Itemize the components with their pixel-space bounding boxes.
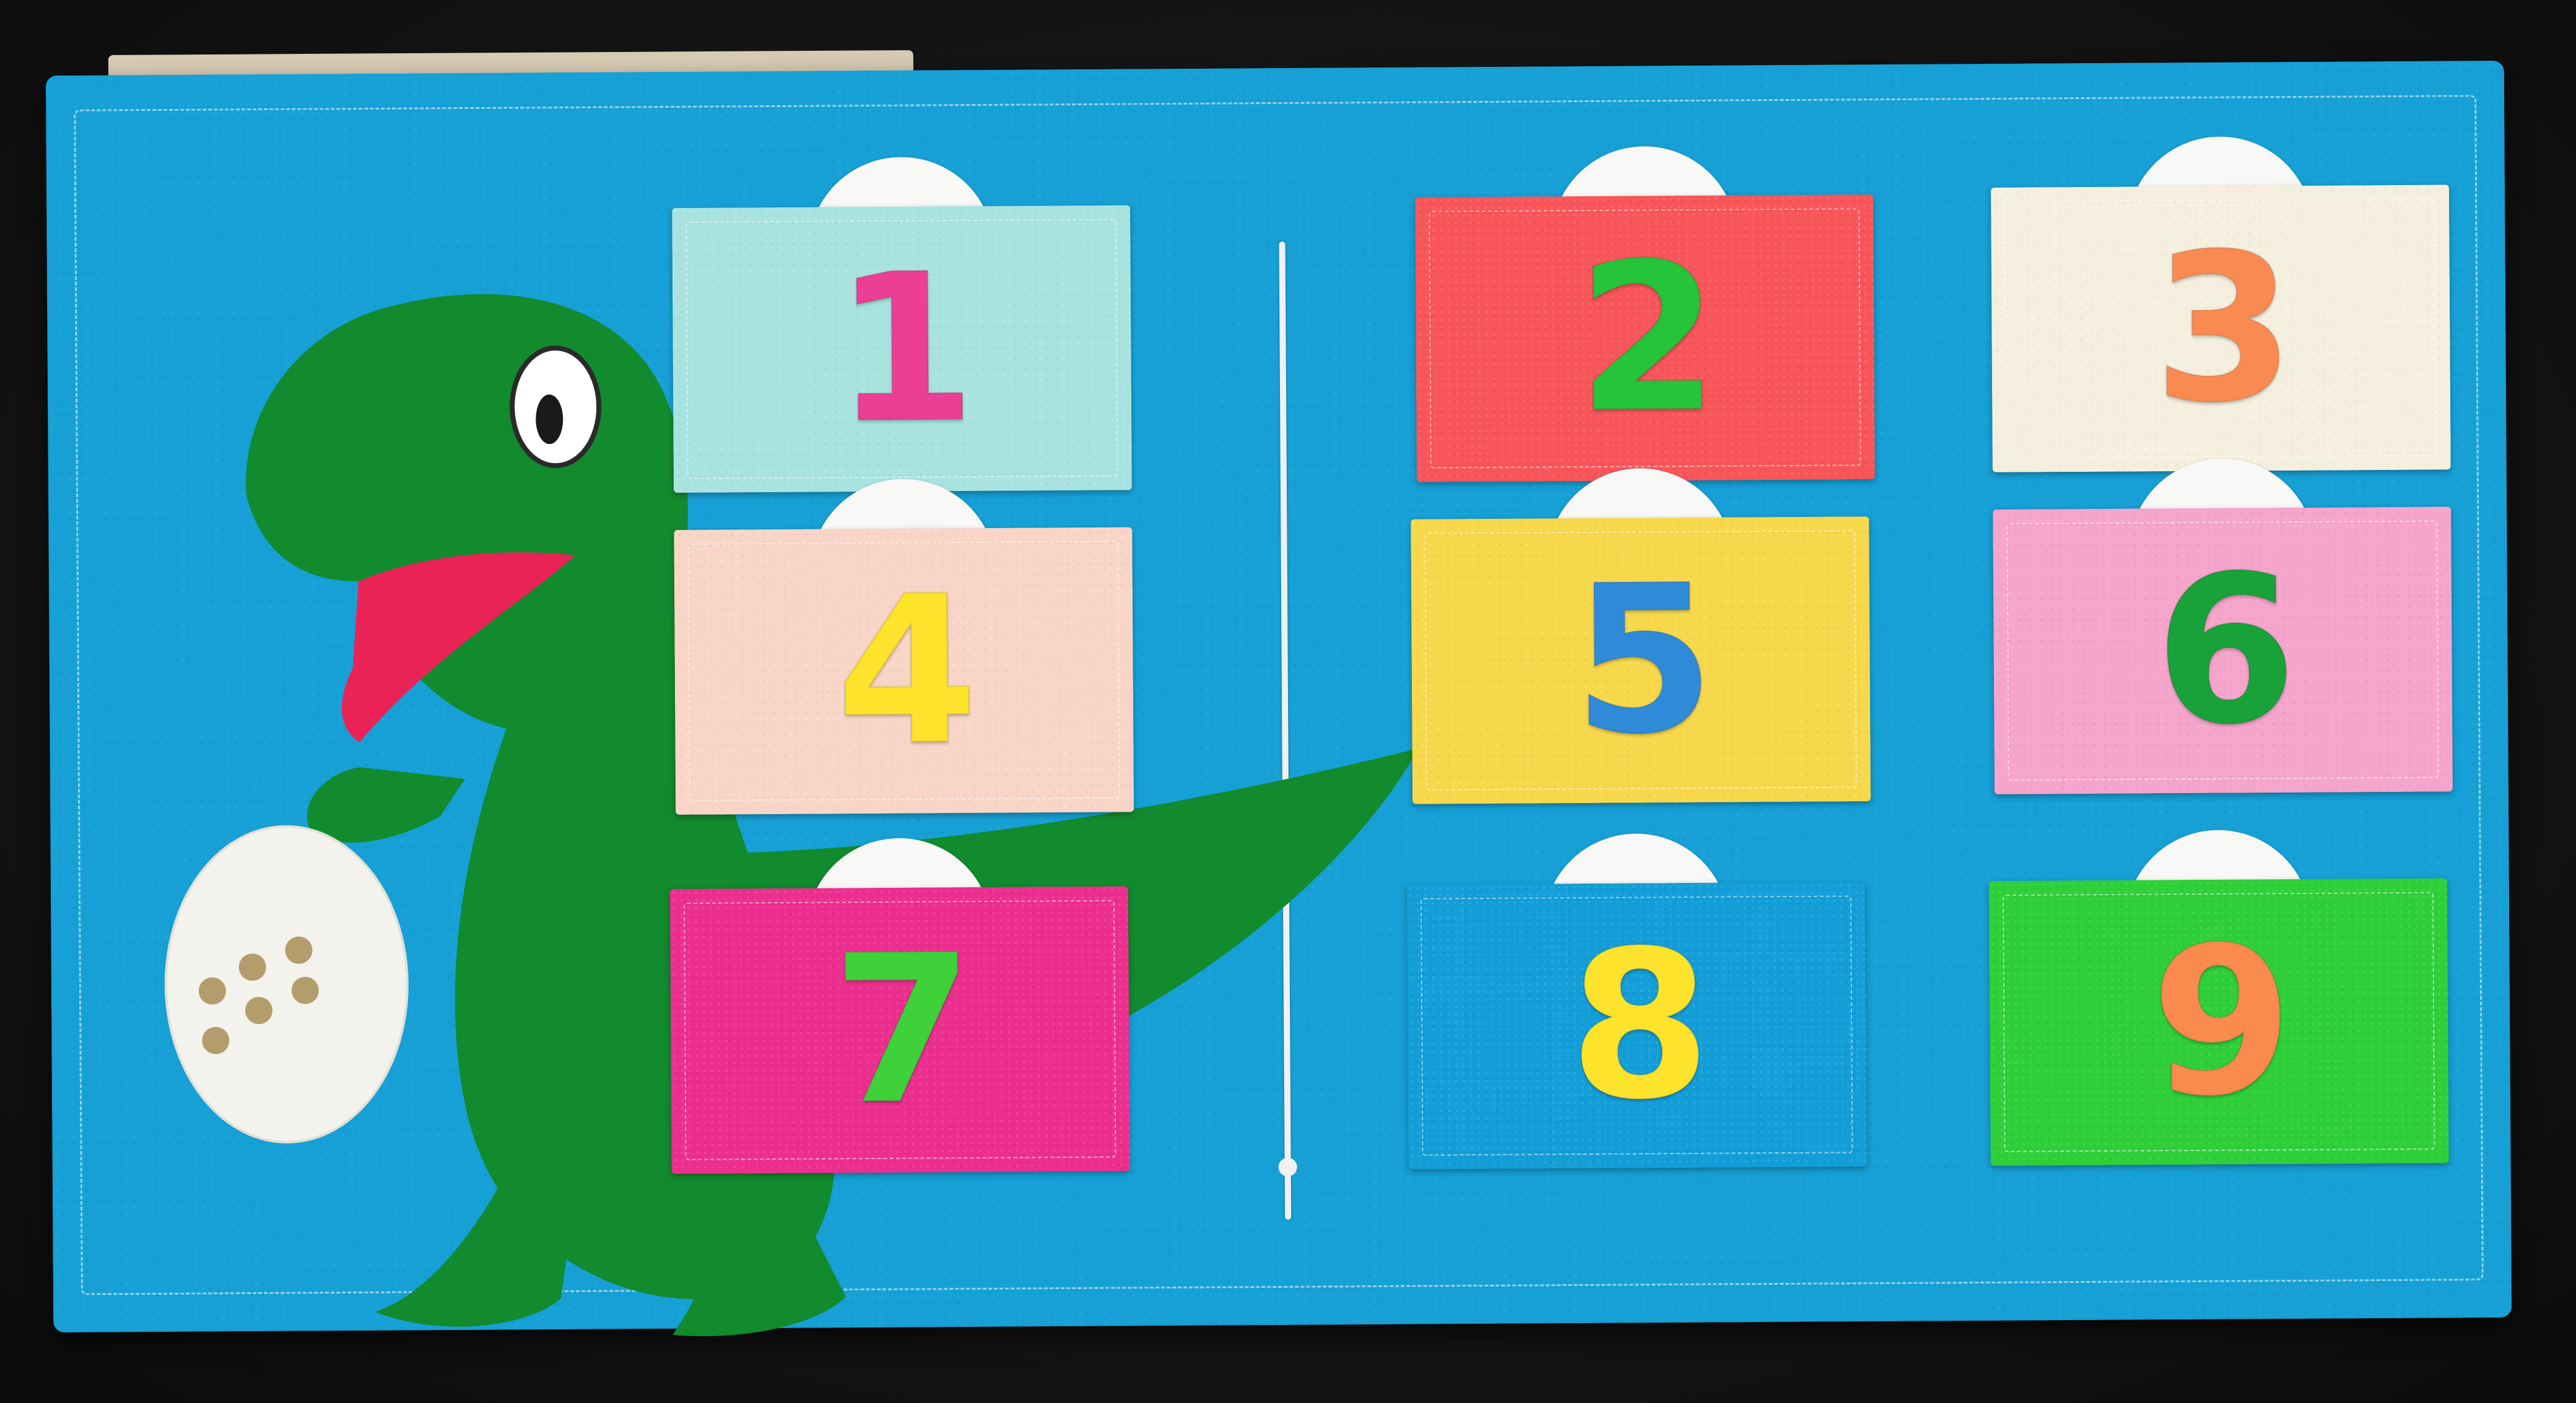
pocket-face: 2	[1415, 194, 1875, 482]
pocket-face: 7	[669, 886, 1130, 1175]
pocket-5[interactable]: 5	[1411, 467, 1871, 804]
numeral-label: 6	[2153, 531, 2292, 771]
felt-board: 1 2 3 4 5 6 7 8 9	[45, 60, 2512, 1337]
numeral-label: 4	[834, 551, 973, 791]
pocket-7[interactable]: 7	[669, 836, 1130, 1175]
pocket-3[interactable]: 3	[1991, 135, 2451, 472]
photo-scene: 1 2 3 4 5 6 7 8 9	[0, 0, 2576, 1403]
numeral-label: 2	[1575, 218, 1715, 458]
pocket-9[interactable]: 9	[1988, 828, 2449, 1166]
numeral-label: 5	[1571, 540, 1710, 780]
pocket-face: 3	[1991, 185, 2451, 472]
pocket-1[interactable]: 1	[672, 155, 1132, 493]
pocket-face: 8	[1406, 882, 1867, 1170]
pocket-face: 9	[1988, 878, 2449, 1166]
pocket-4[interactable]: 4	[674, 477, 1134, 815]
egg-icon	[164, 825, 409, 1144]
pocket-face: 1	[672, 205, 1132, 493]
numeral-label: 7	[830, 910, 970, 1150]
numeral-label: 1	[832, 229, 972, 469]
numeral-label: 9	[2149, 902, 2289, 1142]
pocket-8[interactable]: 8	[1406, 832, 1867, 1170]
pocket-6[interactable]: 6	[1993, 457, 2453, 794]
numeral-label: 8	[1567, 905, 1707, 1145]
pocket-face: 5	[1411, 516, 1871, 804]
pocket-face: 6	[1993, 506, 2453, 794]
numeral-label: 3	[2151, 209, 2291, 449]
pocket-face: 4	[674, 527, 1134, 815]
pocket-2[interactable]: 2	[1415, 145, 1875, 482]
